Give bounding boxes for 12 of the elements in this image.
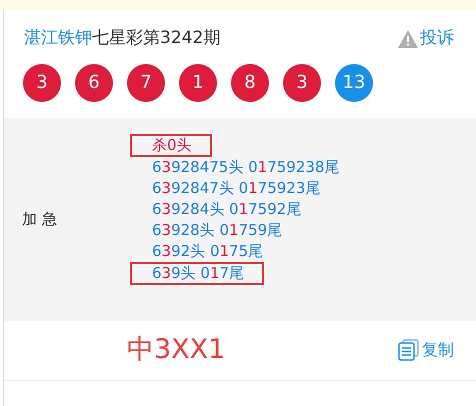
warning-icon [398, 30, 418, 48]
result-text: 中3XX1 [126, 332, 226, 367]
document-icon [398, 339, 420, 361]
prediction-line: 6392847头 0175923尾 [152, 178, 320, 198]
prediction-line: 6392头 0175尾 [152, 240, 264, 262]
prediction-line: 63928475头 01759238尾 [152, 156, 340, 178]
prediction-line: 63928头 01759尾 [152, 220, 282, 240]
report-link[interactable]: 投诉 [398, 26, 454, 52]
lottery-title: 湛江铁钾七星彩第3242期 [24, 27, 220, 50]
prediction-line: 639284头 017592尾 [152, 198, 302, 220]
copy-button[interactable]: 复制 [398, 338, 476, 362]
category-label: 加 急 [21, 208, 58, 230]
